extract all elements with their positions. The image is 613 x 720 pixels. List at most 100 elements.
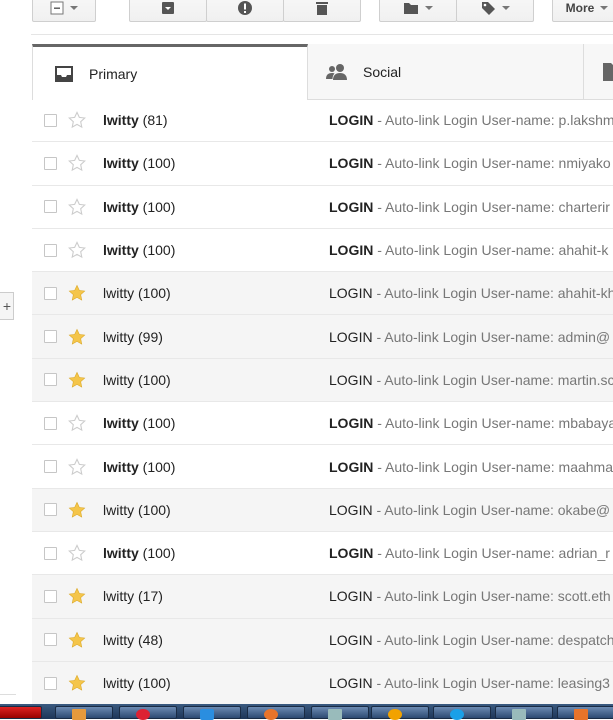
email-row[interactable]: lwitty (100) LOGIN - Auto-link Login User… — [32, 532, 613, 576]
email-row[interactable]: lwitty (17) LOGIN - Auto-link Login User-… — [32, 575, 613, 619]
star-filled-icon[interactable] — [68, 587, 86, 605]
subject-title: LOGIN — [329, 415, 374, 432]
select-checkbox[interactable] — [44, 546, 57, 560]
taskbar-app[interactable] — [119, 706, 177, 720]
taskbar-app[interactable] — [371, 706, 429, 720]
star-filled-icon[interactable] — [68, 328, 86, 346]
star-filled-icon[interactable] — [68, 631, 86, 649]
select-checkbox[interactable] — [44, 503, 57, 517]
sender-name: lwitty — [103, 545, 139, 562]
star-outline-icon[interactable] — [68, 241, 86, 259]
email-row[interactable]: lwitty (100) LOGIN - Auto-link Login User… — [32, 661, 613, 706]
email-row[interactable]: lwitty (48) LOGIN - Auto-link Login User-… — [32, 618, 613, 662]
email-row[interactable]: lwitty (81) LOGIN - Auto-link Login User-… — [32, 99, 613, 143]
taskbar-app[interactable] — [433, 706, 491, 720]
thread-count: (17) — [138, 588, 163, 605]
email-row[interactable]: lwitty (100) LOGIN - Auto-link Login User… — [32, 186, 613, 229]
taskbar-app[interactable] — [183, 706, 241, 720]
select-checkbox[interactable] — [44, 676, 57, 690]
taskbar-app[interactable] — [247, 706, 305, 720]
taskbar-app[interactable] — [311, 706, 369, 720]
subject: LOGIN - Auto-link Login User-name: mbaba… — [329, 415, 613, 431]
sender-name: lwitty — [103, 675, 135, 691]
sender-name: lwitty — [103, 501, 135, 518]
tab-label: Social — [363, 63, 402, 80]
sender-name: lwitty — [103, 588, 135, 605]
email-row[interactable]: lwitty (100) LOGIN - Auto-link Login User… — [32, 358, 613, 403]
sender: lwitty (100) — [103, 285, 171, 301]
star-filled-icon[interactable] — [68, 371, 86, 389]
subject: LOGIN - Auto-link Login User-name: okabe… — [329, 502, 610, 518]
delete-button[interactable] — [283, 0, 361, 22]
star-filled-icon[interactable] — [68, 284, 86, 302]
select-checkbox[interactable] — [44, 200, 57, 214]
star-outline-icon[interactable] — [68, 414, 86, 432]
select-checkbox[interactable] — [44, 330, 57, 344]
inbox-icon — [53, 64, 75, 84]
subject: LOGIN - Auto-link Login User-name: nmiya… — [329, 155, 611, 171]
email-row[interactable]: lwitty (100) LOGIN - Auto-link Login User… — [32, 272, 613, 316]
sender: lwitty (100) — [103, 545, 175, 561]
taskbar-app[interactable] — [55, 706, 113, 720]
thread-count: (100) — [138, 285, 171, 302]
move-to-button[interactable] — [379, 0, 457, 22]
new-label-button[interactable]: + — [0, 292, 14, 320]
star-outline-icon[interactable] — [68, 197, 86, 216]
select-checkbox[interactable] — [44, 243, 57, 257]
sender-name: lwitty — [103, 415, 139, 432]
select-checkbox[interactable] — [44, 113, 57, 127]
star-outline-icon[interactable] — [68, 457, 86, 476]
email-row[interactable]: lwitty (100) LOGIN - Auto-link Login User… — [32, 229, 613, 273]
snippet: - Auto-link Login User-name: mbabaya — [373, 415, 613, 432]
taskbar-app[interactable] — [557, 706, 613, 720]
checkbox-minus-icon — [50, 1, 64, 15]
sender: lwitty (100) — [103, 155, 175, 171]
taskbar — [0, 704, 613, 720]
star-outline-icon[interactable] — [68, 154, 86, 172]
email-row[interactable]: lwitty (100) LOGIN - Auto-link Login User… — [32, 488, 613, 532]
select-checkbox[interactable] — [44, 460, 57, 474]
tab-promotions[interactable] — [584, 44, 613, 99]
select-checkbox[interactable] — [44, 589, 57, 603]
subject: LOGIN - Auto-link Login User-name: p.lak… — [329, 112, 613, 128]
tab-primary[interactable]: Primary — [32, 44, 308, 100]
labels-button[interactable] — [456, 0, 534, 22]
taskbar-app[interactable] — [0, 706, 42, 719]
email-row[interactable]: lwitty (100) LOGIN - Auto-link Login User… — [32, 445, 613, 489]
archive-button[interactable] — [129, 0, 207, 22]
subject-title: LOGIN — [329, 112, 374, 129]
star-filled-icon[interactable] — [68, 501, 86, 519]
select-dropdown-button[interactable] — [32, 0, 96, 22]
more-button[interactable]: More — [552, 0, 613, 22]
subject: LOGIN - Auto-link Login User-name: ahahi… — [329, 285, 613, 301]
subject-title: LOGIN — [329, 242, 374, 259]
folder-icon — [404, 3, 418, 14]
star-filled-icon[interactable] — [68, 674, 86, 692]
snippet: - Auto-link Login User-name: charterir — [373, 198, 610, 215]
select-checkbox[interactable] — [44, 286, 57, 300]
sender-name: lwitty — [103, 631, 135, 648]
select-checkbox[interactable] — [44, 633, 57, 647]
trash-icon — [316, 2, 328, 15]
more-label: More — [565, 1, 595, 15]
select-checkbox[interactable] — [44, 373, 57, 387]
snippet: - Auto-link Login User-name: scott.eth — [372, 588, 611, 605]
chevron-down-icon — [502, 6, 510, 10]
tab-social[interactable]: Social — [308, 44, 584, 99]
select-checkbox[interactable] — [44, 156, 57, 170]
tag-icon — [482, 2, 495, 15]
star-outline-icon[interactable] — [68, 544, 86, 562]
sender: lwitty (100) — [103, 675, 171, 691]
people-icon — [325, 63, 349, 81]
report-spam-button[interactable] — [206, 0, 284, 22]
select-checkbox[interactable] — [44, 416, 57, 430]
sender: lwitty (99) — [103, 329, 163, 345]
taskbar-app[interactable] — [495, 706, 553, 720]
email-row[interactable]: lwitty (99) LOGIN - Auto-link Login User-… — [32, 315, 613, 359]
star-outline-icon[interactable] — [68, 111, 86, 129]
email-row[interactable]: lwitty (100) LOGIN - Auto-link Login User… — [32, 142, 613, 186]
subject: LOGIN - Auto-link Login User-name: adria… — [329, 545, 610, 561]
thread-count: (100) — [138, 675, 171, 691]
left-rail: + — [0, 34, 31, 719]
email-row[interactable]: lwitty (100) LOGIN - Auto-link Login User… — [32, 402, 613, 446]
